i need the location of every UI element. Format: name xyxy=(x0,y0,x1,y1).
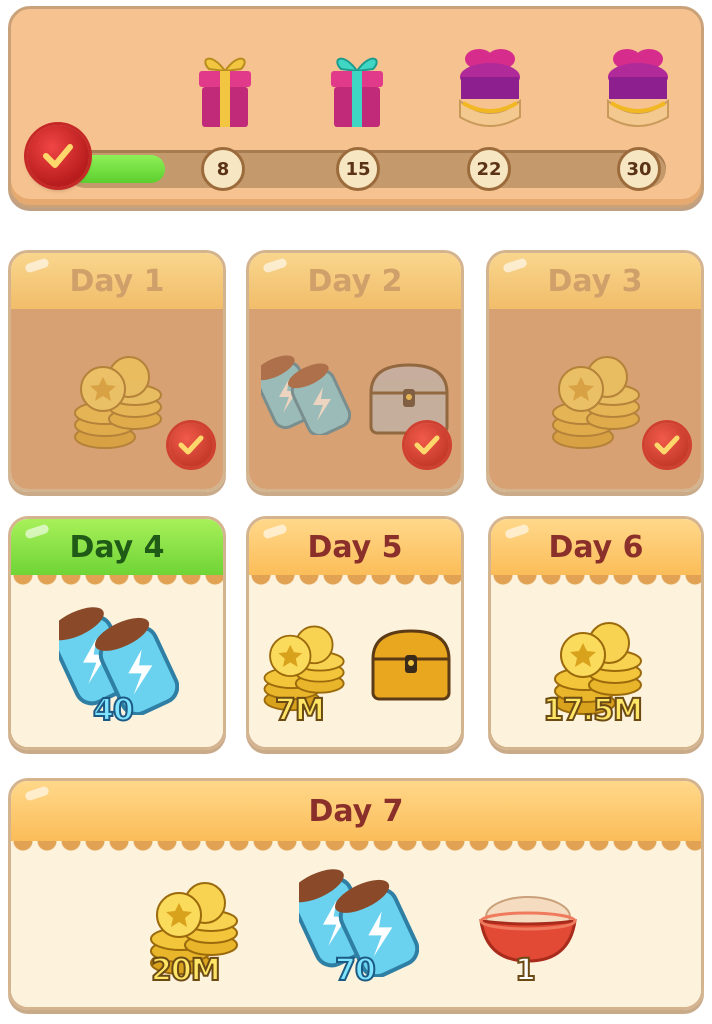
day-card-6[interactable]: Day 6 17.5M xyxy=(488,516,704,750)
day-card-2[interactable]: Day 2 xyxy=(246,250,464,492)
day-card-body: 20M 70 1 xyxy=(11,841,701,1007)
reward-amount: 20M xyxy=(150,952,222,989)
day-label: Day 3 xyxy=(547,263,643,299)
day-card-body: 40 xyxy=(11,575,223,747)
day-card-header: Day 1 xyxy=(11,253,223,309)
day-card-3[interactable]: Day 3 xyxy=(486,250,704,492)
day-card-4[interactable]: Day 4 40 xyxy=(8,516,226,750)
day-card-header: Day 2 xyxy=(249,253,461,309)
day-card-body xyxy=(489,309,701,489)
day-label: Day 4 xyxy=(69,529,165,565)
reward-amount: 40 xyxy=(92,692,135,729)
gold-chest-icon xyxy=(371,629,451,701)
check-seal-icon xyxy=(169,423,213,467)
milestone-badge: 22 xyxy=(467,147,511,191)
gold-coins-icon xyxy=(74,356,162,449)
reward-amount: 7M xyxy=(274,692,326,729)
purple-gift-basket-icon[interactable] xyxy=(603,43,673,137)
milestone-badge: 15 xyxy=(336,147,380,191)
reward-amount: 17.5M xyxy=(542,692,644,729)
check-seal-icon xyxy=(645,423,689,467)
purple-gift-basket-icon[interactable] xyxy=(455,43,525,137)
day-card-header: Day 6 xyxy=(491,519,701,575)
check-seal-icon xyxy=(27,125,89,187)
teal-ribbon-gift-box-icon[interactable] xyxy=(325,49,389,135)
day-card-header: Day 5 xyxy=(249,519,461,575)
day-card-header: Day 7 xyxy=(11,781,701,841)
day-label: Day 2 xyxy=(307,263,403,299)
day-card-7[interactable]: Day 7 20M 70 1 xyxy=(8,778,704,1010)
day-label: Day 6 xyxy=(548,529,644,565)
day-card-body xyxy=(11,309,223,489)
day-label: Day 7 xyxy=(308,793,404,829)
day-label: Day 5 xyxy=(307,529,403,565)
milestone-badge: 30 xyxy=(617,147,661,191)
gold-coins-icon xyxy=(552,356,640,449)
milestone-badge: 8 xyxy=(201,147,245,191)
day-card-5[interactable]: Day 5 7M xyxy=(246,516,464,750)
energy-spins-icon xyxy=(261,355,351,435)
day-card-body: 17.5M xyxy=(491,575,701,747)
reward-amount: 1 xyxy=(514,952,537,989)
day-card-header: Day 4 xyxy=(11,519,223,575)
pink-gift-box-icon[interactable] xyxy=(193,49,257,135)
day-card-body: 7M xyxy=(249,575,461,747)
reward-amount: 70 xyxy=(334,952,377,989)
progress-panel: 8 15 22 30 xyxy=(8,6,704,208)
check-seal-icon xyxy=(405,423,449,467)
day-card-header: Day 3 xyxy=(489,253,701,309)
day-card-1[interactable]: Day 1 xyxy=(8,250,226,492)
day-card-body xyxy=(249,309,461,489)
day-label: Day 1 xyxy=(69,263,165,299)
